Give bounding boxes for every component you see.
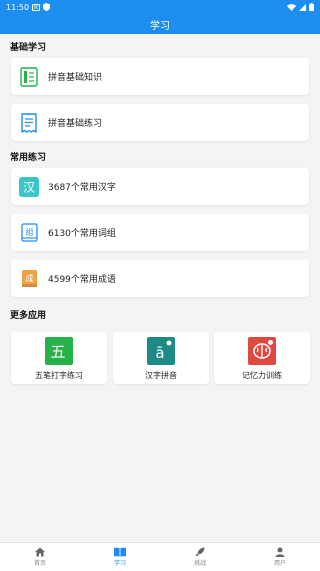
brain-icon (248, 337, 276, 365)
tab-label: 学习 (113, 560, 126, 567)
card-label: 拼音基础知识 (48, 73, 103, 83)
card-pinyin-practice[interactable]: 拼音基础练习 (11, 104, 309, 141)
section-title-more: 更多应用 (10, 311, 47, 321)
tile-label: 汉字拼音 (145, 371, 177, 380)
tab-label: 首页 (33, 560, 46, 567)
tile-hanzi-pinyin[interactable]: ā 汉字拼音 (113, 332, 209, 384)
tile-label: 记忆力训练 (242, 371, 282, 380)
receipt-icon (19, 112, 39, 133)
tile-label: 五笔打字练习 (35, 371, 83, 380)
phrase-glyph: 组 (26, 227, 34, 237)
book-zu-icon: 组 (19, 222, 39, 243)
tab-challenge[interactable]: 挑战 (160, 543, 240, 571)
card-pinyin-basics[interactable]: 拼音基础知识 (11, 58, 309, 95)
user-icon (275, 547, 285, 557)
wubi-icon: 五 (45, 337, 73, 365)
tab-user[interactable]: 用户 (240, 543, 320, 571)
app-bar: 学习 (0, 14, 320, 34)
pinyin-a-icon: ā (147, 337, 175, 365)
tab-label: 用户 (273, 560, 286, 567)
card-label: 4599个常用成语 (48, 275, 116, 285)
card-common-phrases[interactable]: 组 6130个常用词组 (11, 214, 309, 251)
open-book-icon (114, 547, 126, 557)
rocket-icon (195, 547, 205, 557)
card-common-characters[interactable]: 汉 3687个常用汉字 (11, 168, 309, 205)
card-common-idioms[interactable]: 成 4599个常用成语 (11, 260, 309, 297)
tile-wubi-typing[interactable]: 五 五笔打字练习 (11, 332, 107, 384)
status-bar: 11:50 IK (0, 0, 320, 14)
card-label: 6130个常用词组 (48, 229, 116, 239)
home-icon (35, 547, 45, 557)
page-title: 学习 (150, 20, 170, 32)
section-title-basic: 基础学习 (10, 43, 47, 53)
wubi-glyph: 五 (50, 343, 65, 361)
notification-badge-icon: IK (32, 3, 41, 11)
hanzi-badge-icon: 汉 (19, 176, 39, 197)
wifi-icon (287, 3, 296, 11)
tab-label: 挑战 (193, 560, 206, 567)
hanzi-glyph: 汉 (23, 180, 35, 194)
battery-icon (309, 3, 314, 11)
shield-icon (43, 3, 51, 11)
idiom-glyph: 成 (26, 273, 34, 283)
book-list-icon (19, 66, 39, 87)
card-label: 3687个常用汉字 (48, 183, 116, 193)
card-label: 拼音基础练习 (48, 119, 103, 129)
section-title-common: 常用练习 (10, 153, 47, 163)
signal-icon (299, 3, 306, 11)
status-time: 11:50 (6, 2, 30, 12)
book-cheng-icon: 成 (19, 269, 39, 289)
tile-memory-training[interactable]: 记忆力训练 (214, 332, 310, 384)
pinyin-glyph: ā (155, 344, 164, 362)
tab-study[interactable]: 学习 (80, 543, 160, 571)
bottom-tab-bar: 首页 学习 挑战 用户 (0, 542, 320, 571)
tab-home[interactable]: 首页 (0, 543, 80, 571)
